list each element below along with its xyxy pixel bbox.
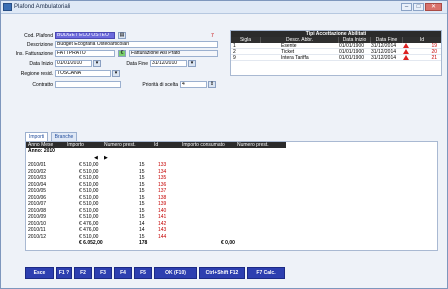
f5-button[interactable]: F5 (134, 267, 152, 279)
total-importo: € 6.052,00 (79, 240, 103, 246)
contratto-label: Contratto (32, 82, 53, 88)
total-num: 178 (139, 240, 148, 246)
group-row: Anno: 2010 (26, 148, 286, 155)
data-inizio-field[interactable]: 01/01/2010 (55, 60, 92, 67)
f4-button[interactable]: F4 (114, 267, 132, 279)
contratto-field[interactable] (55, 81, 121, 88)
f7-calc-button[interactable]: F7 Calc. (247, 267, 285, 279)
tab-importi[interactable]: Importi (25, 132, 49, 141)
app-icon (3, 3, 12, 11)
plafond-form: Cod. Plafond BUDGET ECO OSTEO ▤ 7 Descri… (1, 15, 226, 127)
table-row[interactable]: 9 Intera Tariffa 01/01/1900 31/12/2014 2… (231, 55, 441, 61)
ok-button[interactable]: OK (F10) (154, 267, 197, 279)
data-inizio-label: Data Inizio (29, 61, 53, 67)
totals-row: € 6.052,00 178 € 0,00 (26, 240, 286, 247)
cod-plafond-label: Cod. Plafond (24, 33, 53, 39)
warning-icon[interactable] (403, 55, 413, 60)
descrizione-label: Descrizione (26, 42, 53, 48)
cod-plafond-field[interactable]: BUDGET ECO OSTEO (55, 32, 115, 39)
priorita-label: Priorità di scelta (142, 82, 178, 88)
warning-icon[interactable] (403, 49, 413, 54)
stepper-icon[interactable]: ⇕ (208, 81, 216, 88)
regione-field[interactable]: TOSCANA (55, 70, 111, 77)
bottom-toolbar: Esce F1 ? F2 F3 F4 F5 OK (F10) Ctrl+Shif… (25, 267, 437, 280)
chevron-down-icon[interactable]: ▾ (112, 70, 120, 77)
total-consumato: € 0,00 (221, 240, 235, 246)
title-bar: Plafond Ambulatoriali – □ ✕ (1, 1, 447, 14)
f2-button[interactable]: F2 (74, 267, 92, 279)
warning-icon[interactable] (403, 43, 413, 48)
tab-branche[interactable]: Branche (50, 132, 78, 141)
descrizione-field[interactable]: Budget Ecografia Osteoarticolari (55, 41, 218, 48)
priorita-field[interactable]: 4 (180, 81, 207, 88)
maximize-button[interactable]: □ (413, 3, 424, 11)
ctrl-shift-f12-button[interactable]: Ctrl+Shift F12 (199, 267, 245, 279)
ins-fatturazione-code[interactable]: € (118, 50, 126, 57)
cod-plafond-number: 7 (211, 33, 214, 39)
group-label: Anno: 2010 (28, 148, 55, 154)
calendar-icon[interactable]: ▾ (188, 60, 196, 67)
calendar-icon[interactable]: ▾ (93, 60, 101, 67)
lookup-icon[interactable]: ▤ (118, 32, 126, 39)
esce-button[interactable]: Esce (25, 267, 54, 279)
app-window: Plafond Ambulatoriali – □ ✕ Cod. Plafond… (0, 0, 448, 289)
minimize-button[interactable]: – (401, 3, 412, 11)
close-button[interactable]: ✕ (425, 3, 442, 11)
tipi-accettazione-grid: Tipi Accettazione Abilitati Sigla Descr.… (230, 30, 442, 76)
regione-label: Regione resid. (20, 71, 53, 77)
ins-fatturazione-field[interactable]: FATTPRATO (55, 50, 115, 57)
ins-fatturazione-desc: Fatturazione Asl Prato (129, 50, 218, 57)
window-title: Plafond Ambulatoriali (14, 4, 71, 10)
data-fine-label: Data Fine (126, 61, 148, 67)
importi-table: Anno Mese Importo Numero prest. Id Impor… (25, 141, 438, 251)
data-fine-field[interactable]: 31/12/2010 (150, 60, 187, 67)
next-icon[interactable]: ▶ (104, 155, 108, 162)
tipi-descr: Esente (281, 43, 297, 48)
pager: ◀ ▶ (26, 155, 286, 162)
tab-bar: Importi Branche (25, 132, 78, 141)
prev-icon[interactable]: ◀ (94, 155, 98, 162)
ins-fatturazione-label: Ins. Fatturazione (15, 51, 53, 57)
f3-button[interactable]: F3 (94, 267, 112, 279)
f1-help-button[interactable]: F1 ? (56, 267, 72, 279)
